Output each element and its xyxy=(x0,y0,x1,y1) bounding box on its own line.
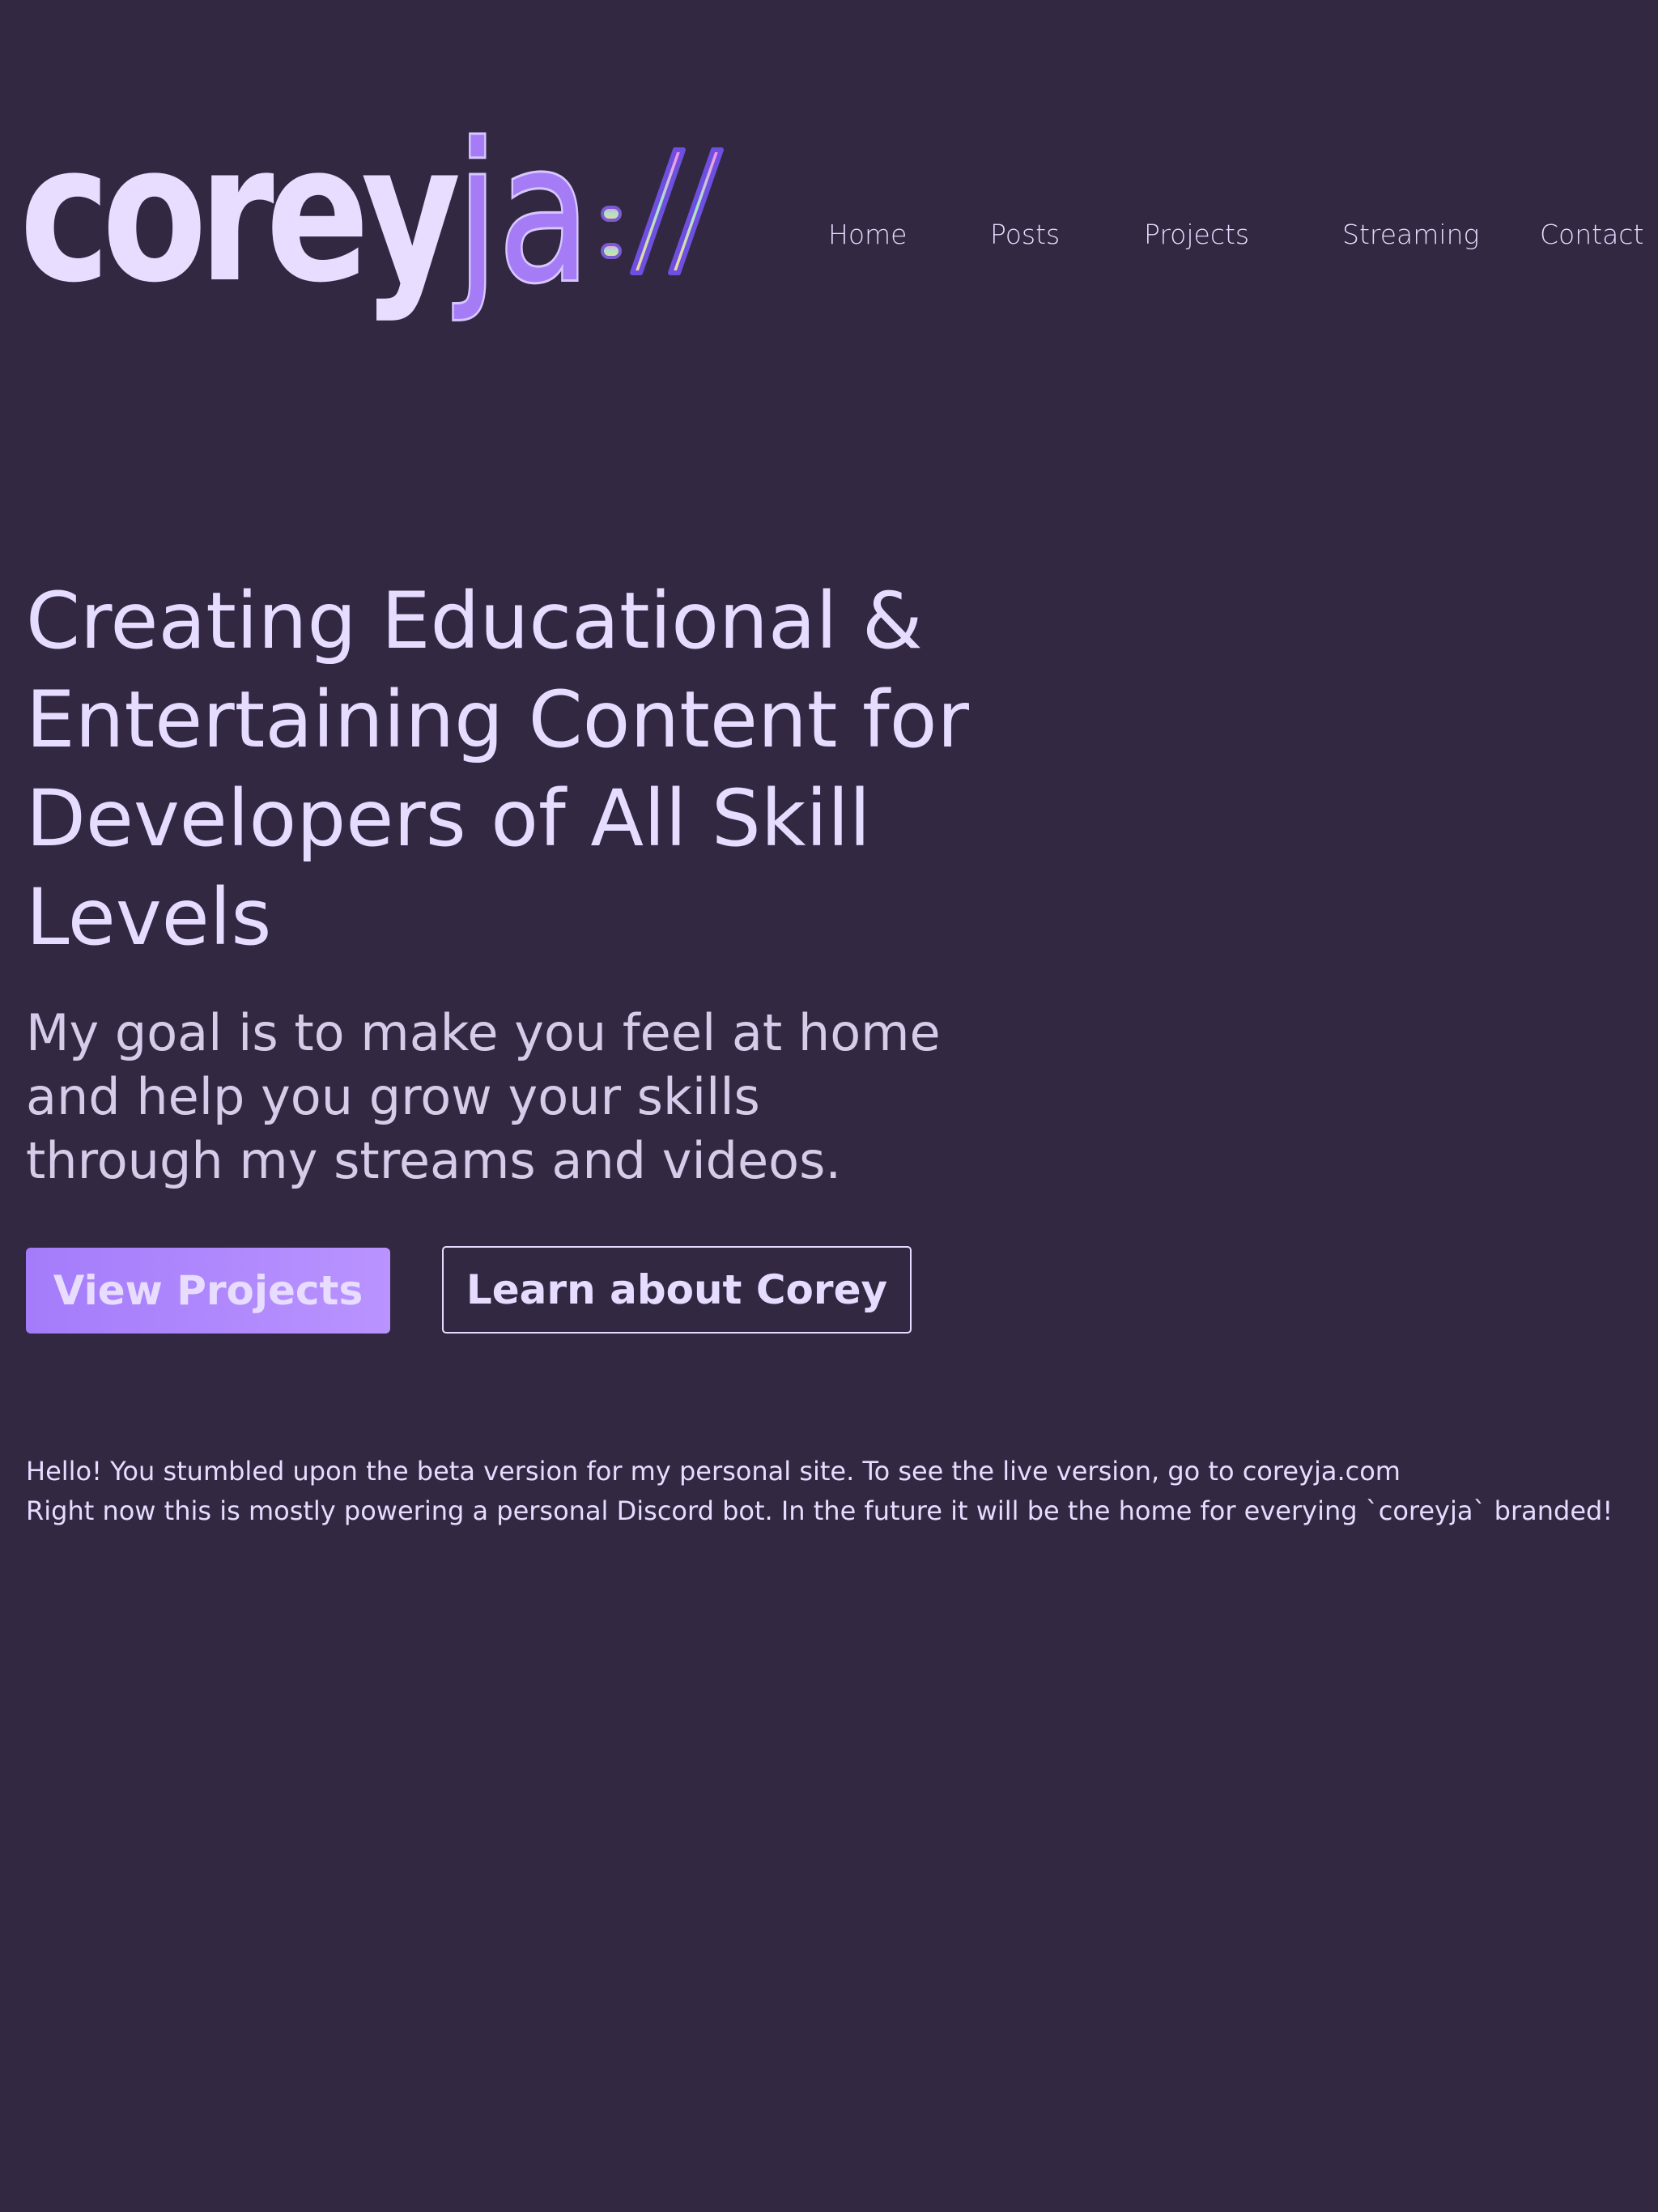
nav-home-link[interactable]: Home xyxy=(828,212,907,257)
nav-posts-link[interactable]: Posts xyxy=(990,212,1060,257)
view-projects-button[interactable]: View Projects xyxy=(26,1248,390,1334)
site-header: corey ja Home Posts Projects Streaming C… xyxy=(0,0,1658,340)
coreyja-logo-mark: corey ja xyxy=(19,101,724,327)
beta-notice-line-1: Hello! You stumbled upon the beta versio… xyxy=(26,1456,1401,1487)
nav-projects-link[interactable]: Projects xyxy=(1144,212,1249,257)
beta-notice: Hello! You stumbled upon the beta versio… xyxy=(26,1452,1613,1531)
hero-actions: View Projects Learn about Corey xyxy=(26,1246,916,1337)
site-logo[interactable]: corey ja xyxy=(19,101,732,327)
nav-streaming-link[interactable]: Streaming xyxy=(1342,212,1479,257)
hero-subtitle: My goal is to make you feel at home and … xyxy=(26,1003,941,1190)
svg-text:ja: ja xyxy=(453,104,590,325)
nav-contact-link[interactable]: Contact xyxy=(1540,212,1643,257)
main-nav: Home Posts Projects Streaming Contact xyxy=(810,212,1643,257)
hero-section: Creating Educational & Entertaining Cont… xyxy=(26,572,981,1193)
svg-text:corey: corey xyxy=(19,104,458,325)
beta-notice-line-2: Right now this is mostly powering a pers… xyxy=(26,1495,1613,1526)
learn-about-corey-button[interactable]: Learn about Corey xyxy=(442,1246,912,1334)
hero-title: Creating Educational & Entertaining Cont… xyxy=(26,576,969,963)
